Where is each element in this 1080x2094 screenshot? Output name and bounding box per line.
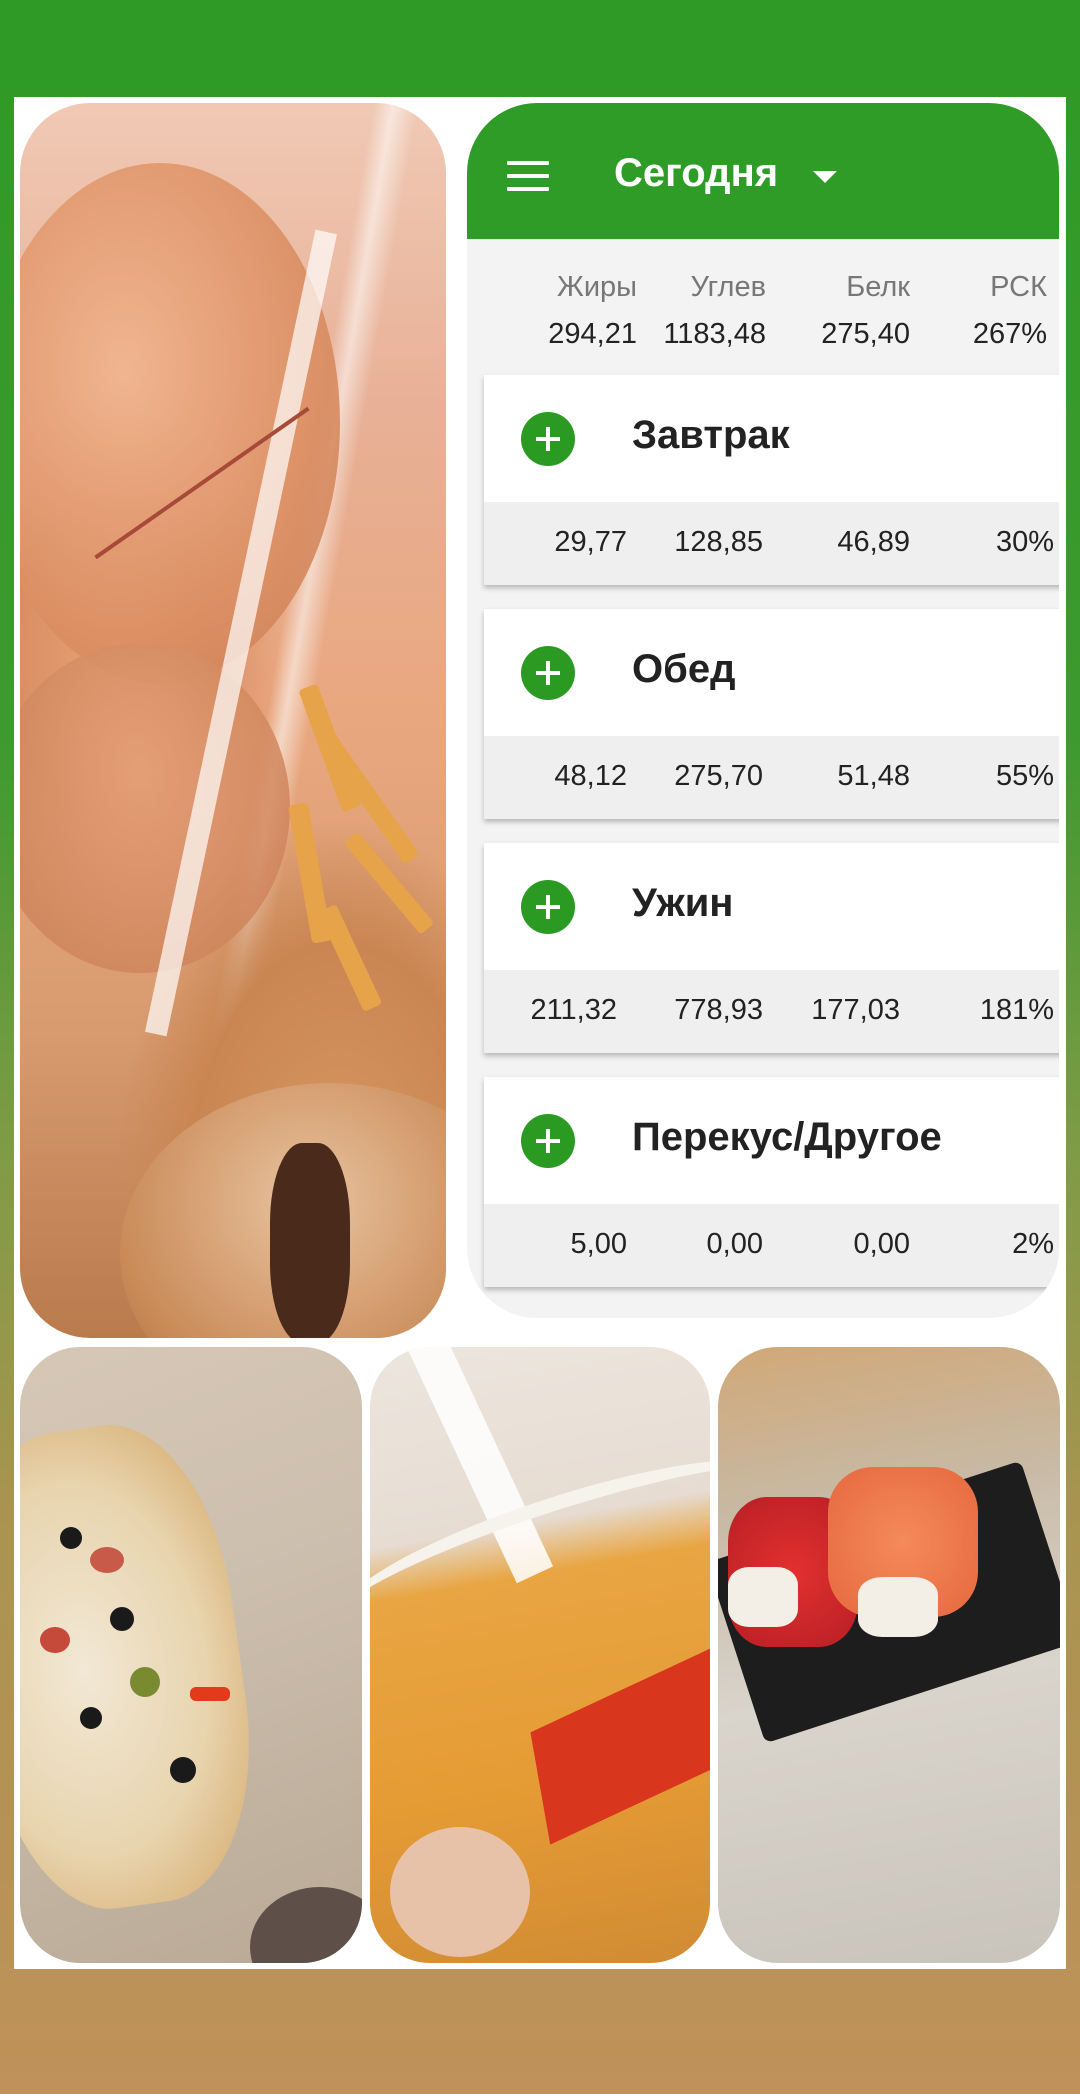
add-lunch-button[interactable] bbox=[521, 646, 575, 700]
meal-title: Завтрак bbox=[632, 413, 790, 457]
meal-card-dinner[interactable]: Ужин 211,32 778,93 177,03 181% bbox=[484, 843, 1059, 1053]
meal-carbs: 275,70 bbox=[674, 760, 763, 792]
meal-fat: 29,77 bbox=[554, 526, 627, 558]
meal-protein: 46,89 bbox=[837, 526, 910, 558]
meal-rsk: 30% bbox=[995, 526, 1054, 558]
hamburger-menu-icon[interactable] bbox=[507, 161, 549, 191]
add-snack-button[interactable] bbox=[521, 1114, 575, 1168]
date-selector-title[interactable]: Сегодня bbox=[614, 151, 778, 196]
add-breakfast-button[interactable] bbox=[521, 412, 575, 466]
meal-rsk: 55% bbox=[995, 760, 1054, 792]
nutrition-app-screen: Сегодня Жиры 294,21 Углев 1183,48 Белк 2… bbox=[467, 103, 1059, 1318]
summary-header-carbs: Углев bbox=[690, 271, 766, 303]
meal-card-lunch[interactable]: Обед 48,12 275,70 51,48 55% bbox=[484, 609, 1059, 819]
add-dinner-button[interactable] bbox=[521, 880, 575, 934]
caret-down-icon[interactable] bbox=[813, 171, 837, 183]
summary-value-fat: 294,21 bbox=[548, 318, 637, 350]
meal-rsk: 181% bbox=[979, 994, 1054, 1026]
meal-rsk: 2% bbox=[1012, 1228, 1054, 1260]
meal-title: Обед bbox=[632, 647, 736, 691]
meal-fat: 211,32 bbox=[530, 994, 617, 1026]
meal-carbs: 778,93 bbox=[674, 994, 763, 1026]
summary-value-rsk: 267% bbox=[972, 318, 1047, 350]
summary-value-protein: 275,40 bbox=[821, 318, 910, 350]
meal-protein: 51,48 bbox=[837, 760, 910, 792]
meal-fat: 48,12 bbox=[554, 760, 627, 792]
meal-carbs: 0,00 bbox=[706, 1228, 763, 1260]
meal-title: Перекус/Другое bbox=[632, 1115, 942, 1159]
summary-header-rsk: РСК bbox=[990, 271, 1047, 303]
app-toolbar: Сегодня bbox=[467, 103, 1059, 239]
meal-title: Ужин bbox=[632, 881, 734, 925]
meal-card-snack[interactable]: Перекус/Другое 5,00 0,00 0,00 2% bbox=[484, 1077, 1059, 1287]
meal-card-breakfast[interactable]: Завтрак 29,77 128,85 46,89 30% bbox=[484, 375, 1059, 585]
burger-photo bbox=[20, 103, 446, 1338]
summary-header-fat: Жиры bbox=[557, 271, 637, 303]
summary-value-carbs: 1183,48 bbox=[663, 318, 766, 350]
meal-protein: 0,00 bbox=[853, 1228, 910, 1260]
meal-fat: 5,00 bbox=[570, 1228, 627, 1260]
meal-protein: 177,03 bbox=[811, 994, 900, 1026]
drink-cup-photo bbox=[370, 1347, 710, 1963]
summary-header-protein: Белк bbox=[846, 271, 910, 303]
pizza-photo bbox=[20, 1347, 362, 1963]
meal-carbs: 128,85 bbox=[674, 526, 763, 558]
sushi-photo bbox=[718, 1347, 1060, 1963]
